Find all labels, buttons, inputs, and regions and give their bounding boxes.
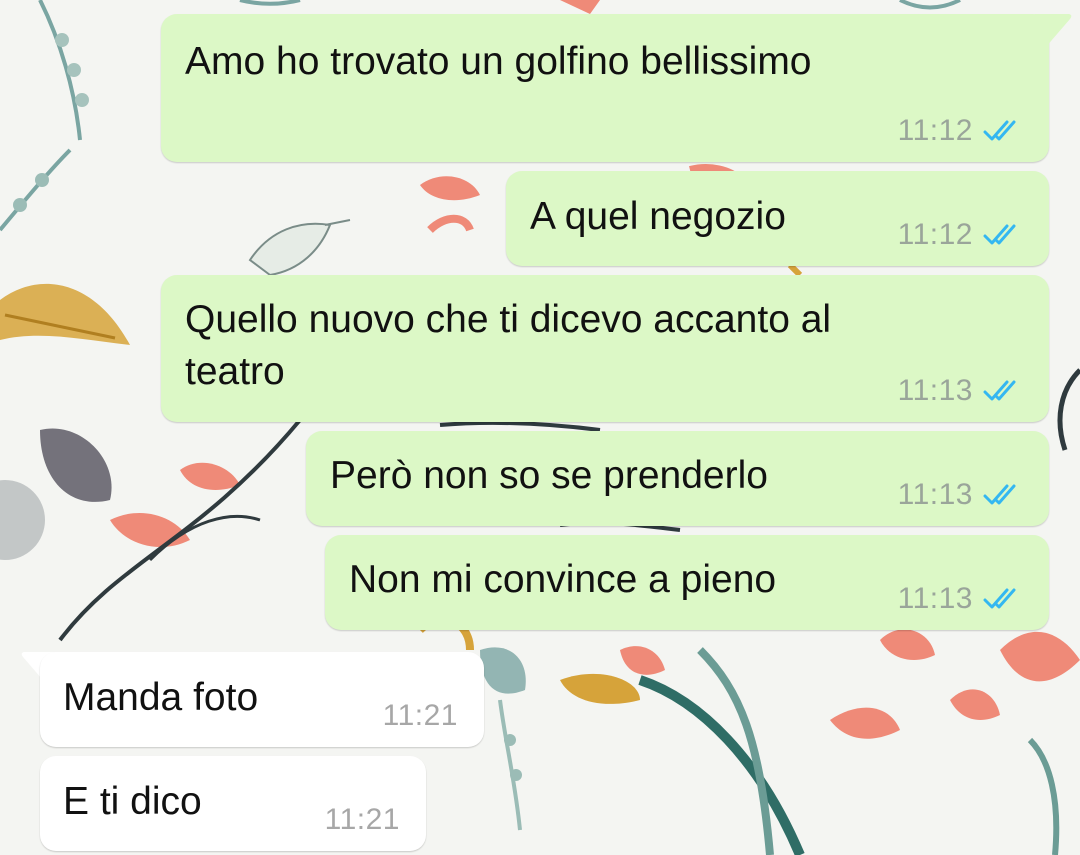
message-meta: 11:21 [383, 699, 458, 733]
message-meta: 11:21 [325, 803, 400, 837]
message-text: Amo ho trovato un golfino bellissimo [185, 40, 812, 83]
message-bubble-incoming[interactable]: E ti dico 11:21 [40, 756, 426, 851]
message-meta: 11:13 [898, 478, 1023, 512]
message-meta: 11:12 [898, 114, 1023, 148]
message-bubble-outgoing[interactable]: Non mi convince a pieno 11:13 [325, 535, 1049, 630]
message-text: Manda foto [63, 676, 259, 719]
message-text: Non mi convince a pieno [349, 558, 777, 601]
double-check-icon [983, 380, 1016, 401]
message-text: A quel negozio [530, 195, 786, 238]
message-text: Quello nuovo che ti dicevo accanto al te… [185, 298, 832, 393]
message-meta: 11:12 [898, 218, 1023, 252]
message-time: 11:21 [324, 803, 400, 836]
message-bubble-incoming[interactable]: Manda foto 11:21 [40, 652, 484, 747]
message-bubble-outgoing[interactable]: Quello nuovo che ti dicevo accanto al te… [161, 275, 1049, 422]
message-bubble-outgoing[interactable]: Amo ho trovato un golfino bellissimo 11:… [161, 14, 1049, 162]
message-text: E ti dico [63, 780, 202, 823]
message-time: 11:13 [897, 582, 973, 615]
message-time: 11:12 [897, 218, 973, 251]
double-check-icon [983, 224, 1016, 245]
message-text: Però non so se prenderlo [330, 454, 768, 497]
double-check-icon [983, 484, 1016, 505]
bubble-tail-outgoing [1035, 14, 1072, 48]
double-check-icon [983, 588, 1016, 609]
message-bubble-outgoing[interactable]: A quel negozio 11:12 [506, 171, 1049, 266]
double-check-icon [983, 120, 1016, 141]
message-time: 11:12 [897, 114, 973, 147]
message-time: 11:21 [382, 699, 458, 732]
message-meta: 11:13 [898, 582, 1023, 616]
message-time: 11:13 [897, 478, 973, 511]
message-meta: 11:13 [898, 374, 1023, 408]
message-bubble-outgoing[interactable]: Però non so se prenderlo 11:13 [306, 431, 1049, 526]
message-time: 11:13 [897, 374, 973, 407]
